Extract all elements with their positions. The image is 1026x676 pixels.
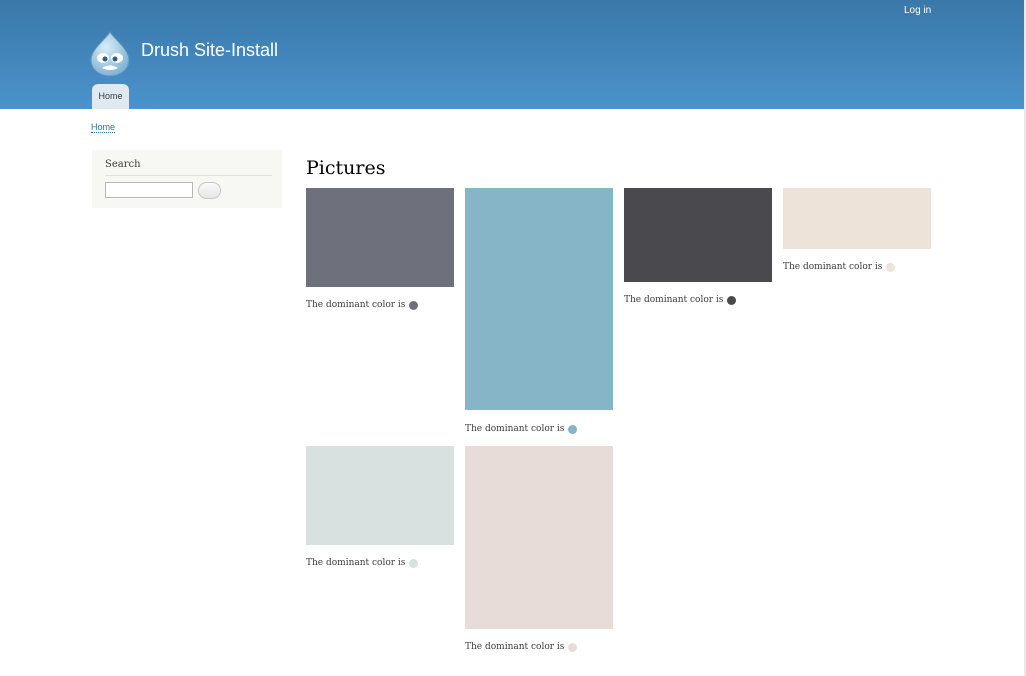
site-header: Log in Drush Site-Install Home	[0, 0, 1026, 109]
dominant-color-dot	[886, 262, 896, 272]
picture-6[interactable]	[465, 446, 613, 629]
picture-4-caption: The dominant color is	[783, 262, 896, 272]
login-link[interactable]: Log in	[904, 5, 931, 16]
picture-caption-text: The dominant color is	[465, 424, 565, 434]
search-input[interactable]	[105, 182, 193, 198]
site-name[interactable]: Drush Site-Install	[141, 40, 278, 61]
picture-3-caption: The dominant color is	[624, 295, 737, 305]
search-submit-button[interactable]	[198, 182, 221, 199]
picture-caption-text: The dominant color is	[306, 300, 406, 310]
search-block-title: Search	[105, 159, 141, 170]
picture-2[interactable]	[465, 188, 613, 410]
dominant-color-dot	[568, 642, 578, 652]
picture-1[interactable]	[306, 188, 454, 287]
search-block: Search	[92, 150, 282, 208]
picture-caption-text: The dominant color is	[465, 642, 565, 652]
picture-caption-text: The dominant color is	[624, 295, 724, 305]
picture-3[interactable]	[624, 188, 772, 282]
picture-caption-text: The dominant color is	[783, 262, 883, 272]
picture-1-caption: The dominant color is	[306, 300, 419, 310]
tab-home[interactable]: Home	[92, 84, 129, 109]
dominant-color-dot	[568, 424, 578, 434]
page-title: Pictures	[306, 157, 386, 179]
breadcrumb-home[interactable]: Home	[91, 122, 116, 133]
picture-5-caption: The dominant color is	[306, 558, 419, 568]
picture-2-caption: The dominant color is	[465, 424, 578, 434]
dominant-color-dot	[409, 300, 419, 310]
search-block-divider	[105, 175, 272, 176]
picture-4[interactable]	[783, 188, 931, 249]
picture-caption-text: The dominant color is	[306, 558, 406, 568]
dominant-color-dot	[409, 558, 419, 568]
picture-6-caption: The dominant color is	[465, 642, 578, 652]
drupal-drop-icon[interactable]	[89, 31, 131, 77]
picture-5[interactable]	[306, 446, 454, 545]
dominant-color-dot	[727, 295, 737, 305]
